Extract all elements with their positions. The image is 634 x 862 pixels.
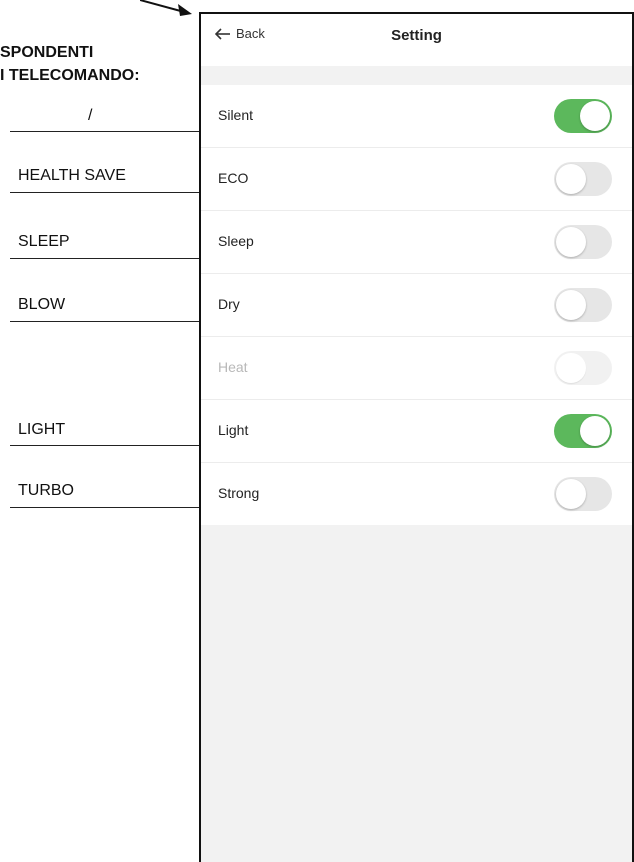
setting-label: Strong — [218, 485, 260, 501]
toggle-knob — [556, 290, 586, 320]
eco-toggle[interactable] — [554, 162, 612, 196]
sleep-toggle[interactable] — [554, 225, 612, 259]
manual-label-dry: BLOW — [18, 296, 66, 313]
toggle-knob — [556, 227, 586, 257]
toggle-knob — [556, 479, 586, 509]
top-bar: Back Setting — [201, 14, 632, 66]
setting-row-heat: Heat — [201, 337, 632, 400]
manual-header-line-1: SPONDENTI — [0, 44, 94, 61]
setting-label: Silent — [218, 107, 254, 123]
setting-label: Heat — [218, 359, 248, 375]
setting-label: ECO — [218, 170, 249, 186]
toggle-knob — [556, 353, 586, 383]
setting-row-light: Light — [201, 400, 632, 463]
setting-row-sleep: Sleep — [201, 211, 632, 274]
manual-label-silent: / — [88, 107, 93, 124]
page-title: Setting — [391, 27, 442, 44]
setting-row-dry: Dry — [201, 274, 632, 337]
toggle-knob — [580, 101, 610, 131]
manual-label-light: LIGHT — [18, 421, 66, 438]
setting-label: Dry — [218, 296, 240, 312]
manual-label-sleep: SLEEP — [18, 233, 70, 250]
setting-row-eco: ECO — [201, 148, 632, 211]
settings-list: Silent ECO Sleep Dry Heat Light Strong — [201, 85, 632, 525]
setting-row-silent: Silent — [201, 85, 632, 148]
dry-toggle[interactable] — [554, 288, 612, 322]
toggle-knob — [580, 416, 610, 446]
manual-header-line-2: I TELECOMANDO: — [0, 67, 140, 84]
pointer-arrow-icon — [140, 0, 192, 16]
setting-label: Sleep — [218, 233, 254, 249]
toggle-knob — [556, 164, 586, 194]
silent-toggle[interactable] — [554, 99, 612, 133]
setting-label: Light — [218, 422, 249, 438]
manual-label-eco: HEALTH SAVE — [18, 167, 126, 184]
phone-screen: Back Setting Silent ECO Sleep Dry Heat L… — [199, 12, 634, 862]
heat-toggle[interactable] — [554, 351, 612, 385]
manual-label-strong: TURBO — [18, 482, 74, 499]
setting-row-strong: Strong — [201, 463, 632, 525]
strong-toggle[interactable] — [554, 477, 612, 511]
light-toggle[interactable] — [554, 414, 612, 448]
